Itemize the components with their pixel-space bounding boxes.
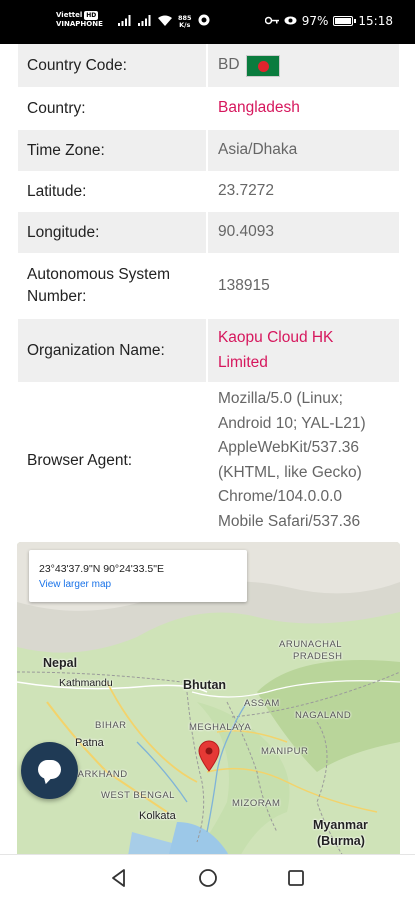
status-icons-right: 97% 15:18 — [264, 14, 393, 28]
carrier-name: Viettel — [56, 11, 83, 19]
map-label-kolkata: Kolkata — [139, 810, 176, 822]
map-label-west-bengal: WEST BENGAL — [101, 790, 175, 801]
view-larger-map-link[interactable]: View larger map — [39, 579, 237, 590]
chat-button[interactable] — [21, 742, 78, 799]
value-country-code: BD — [208, 44, 399, 87]
bangladesh-flag-icon — [245, 54, 280, 77]
value-country: Bangladesh — [218, 99, 300, 117]
battery-icon — [333, 16, 357, 26]
hd-badge: HD — [84, 11, 99, 20]
row-organization: Organization Name: Kaopu Cloud HK Limite… — [18, 319, 399, 382]
map-pin-icon[interactable] — [198, 740, 220, 772]
status-icons-left: 885 K/s — [118, 14, 210, 29]
label-organization: Organization Name: — [27, 341, 165, 359]
map-label-manipur: MANIPUR — [261, 746, 309, 757]
home-icon[interactable] — [197, 867, 219, 889]
page-content[interactable]: Country Code: BD Country: Bangladesh Tim… — [0, 44, 415, 854]
location-map[interactable]: 23°43'37.9"N 90°24'33.5"E View larger ma… — [17, 542, 400, 854]
label-time-zone: Time Zone: — [27, 141, 105, 159]
label-country-code: Country Code: — [27, 56, 127, 74]
value-asn: 138915 — [218, 276, 270, 294]
map-label-burma: (Burma) — [317, 834, 365, 848]
map-label-meghalaya: MEGHALAYA — [189, 722, 252, 733]
carrier-name-2: VINAPHONE — [56, 20, 103, 28]
value-longitude: 90.4093 — [218, 223, 275, 241]
android-nav-bar — [0, 854, 415, 900]
label-asn: Autonomous System Number: — [27, 266, 171, 305]
map-label-pradesh: PRADESH — [293, 651, 343, 662]
signal-icon — [118, 14, 132, 29]
sync-icon — [198, 14, 210, 29]
map-label-bhutan: Bhutan — [183, 678, 227, 692]
label-latitude: Latitude: — [27, 182, 87, 200]
row-country: Country: Bangladesh — [18, 87, 399, 130]
chat-bubble-icon — [38, 760, 61, 779]
map-label-patna: Patna — [75, 737, 104, 749]
row-latitude: Latitude: 23.7272 — [18, 171, 399, 212]
battery-fill — [335, 18, 351, 24]
carrier-info: Viettel HD VINAPHONE — [56, 11, 112, 29]
key-icon — [264, 14, 279, 28]
row-time-zone: Time Zone: Asia/Dhaka — [18, 130, 399, 171]
net-speed: 885 K/s — [178, 13, 192, 29]
value-browser-agent: Mozilla/5.0 (Linux; Android 10; YAL-L21)… — [217, 390, 366, 530]
row-country-code: Country Code: BD — [18, 44, 399, 87]
row-browser-agent: Browser Agent: Mozilla/5.0 (Linux; Andro… — [18, 382, 399, 539]
label-country: Country: — [27, 99, 86, 117]
battery-percent: 97% — [301, 14, 329, 28]
eye-icon — [284, 14, 297, 28]
clock: 15:18 — [358, 14, 393, 28]
label-longitude: Longitude: — [27, 223, 100, 241]
map-label-arunachal: ARUNACHAL — [279, 639, 343, 650]
ip-info-table: Country Code: BD Country: Bangladesh Tim… — [18, 44, 399, 539]
map-label-mizoram: MIZORAM — [232, 798, 281, 809]
map-label-nepal: Nepal — [43, 656, 78, 670]
map-label-assam: ASSAM — [244, 698, 280, 709]
row-longitude: Longitude: 90.4093 — [18, 212, 399, 253]
value-latitude: 23.7272 — [218, 182, 275, 200]
back-icon[interactable] — [108, 867, 130, 889]
map-label-myanmar: Myanmar — [313, 818, 368, 832]
recents-icon[interactable] — [285, 867, 307, 889]
map-coordinates: 23°43'37.9"N 90°24'33.5"E — [39, 563, 164, 575]
map-info-card: 23°43'37.9"N 90°24'33.5"E View larger ma… — [29, 550, 247, 602]
value-organization: Kaopu Cloud HK Limited — [217, 329, 334, 371]
row-asn: Autonomous System Number: 138915 — [18, 253, 399, 319]
map-label-nagaland: NAGALAND — [295, 710, 352, 721]
label-browser-agent: Browser Agent: — [27, 451, 133, 469]
status-bar: Viettel HD VINAPHONE 885 K/s 97% 15:18 — [0, 0, 415, 44]
wifi-icon — [158, 15, 172, 29]
signal-icon-2 — [138, 14, 152, 29]
value-time-zone: Asia/Dhaka — [218, 141, 298, 159]
map-label-bihar: BIHAR — [95, 720, 127, 731]
map-label-kathmandu: Kathmandu — [59, 677, 113, 689]
